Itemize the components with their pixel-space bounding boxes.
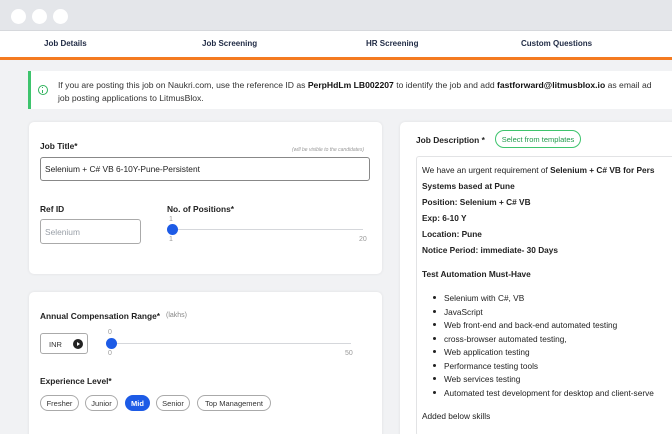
tab-active-underline: [0, 57, 672, 60]
compensation-min: 0: [108, 350, 112, 357]
tab-job-screening[interactable]: Job Screening: [202, 39, 257, 48]
info-icon: [38, 85, 48, 95]
job-description-editor[interactable]: We have an urgent requirement of Seleniu…: [416, 156, 672, 434]
job-details-card: Job Title* (will be visible to the candi…: [29, 122, 382, 274]
jd-notice-period: Notice Period: immediate- 30 Days: [422, 245, 559, 255]
jd-bullet: JavaScript: [433, 307, 483, 317]
notice-ref-id: PerpHdLm LB002207: [307, 80, 394, 90]
job-title-input[interactable]: Selenium + C# VB 6-10Y-Pune-Persistent: [40, 157, 370, 181]
window-maximize-dot[interactable]: [53, 9, 68, 24]
jd-bullet: Web application testing: [433, 347, 530, 357]
jd-exp: Exp: 6-10 Y: [422, 213, 467, 223]
tab-custom-questions[interactable]: Custom Questions: [521, 39, 592, 48]
job-title-label: Job Title*: [40, 141, 78, 151]
currency-value: INR: [49, 340, 62, 349]
jd-bullet: Performance testing tools: [432, 361, 539, 371]
naukri-notice-banner: If you are posting this job on Naukri.co…: [28, 71, 672, 109]
currency-selector[interactable]: INR: [40, 333, 88, 354]
compensation-slider-track[interactable]: [111, 343, 351, 344]
experience-option-senior[interactable]: Senior: [156, 395, 190, 411]
positions-slider-thumb[interactable]: [167, 224, 178, 235]
tab-hr-screening[interactable]: HR Screening: [366, 39, 418, 48]
compensation-label: Annual Compensation Range*: [40, 311, 161, 321]
step-tabs: Job Details Job Screening HR Screening C…: [0, 31, 672, 57]
jd-bullet: Web services testing: [432, 374, 521, 384]
ref-id-input[interactable]: Selenium: [40, 219, 141, 244]
notice-email: fastforward@litmusblox.io: [497, 80, 606, 90]
jd-bullet: cross-browser automated testing,: [433, 334, 567, 344]
select-template-button[interactable]: Select from templates: [495, 130, 581, 148]
job-description-label: Job Description *: [416, 135, 485, 145]
compensation-max: 50: [345, 350, 353, 357]
jd-position: Position: Selenium + C# VB: [422, 197, 531, 207]
window-close-dot[interactable]: [11, 9, 26, 24]
chevron-right-icon: [73, 339, 83, 349]
experience-option-junior[interactable]: Junior: [85, 395, 118, 411]
positions-min: 1: [169, 236, 173, 243]
jd-location: Location: Pune: [422, 229, 482, 239]
compensation-card: Annual Compensation Range* (lakhs) INR 0…: [29, 292, 382, 434]
experience-option-mid[interactable]: Mid: [125, 395, 150, 411]
jd-footer: Added below skills: [422, 411, 491, 421]
positions-slider-track[interactable]: [172, 229, 363, 230]
job-title-hint: (will be visible to the candidates): [292, 147, 364, 153]
jd-systems: Systems based at Pune: [422, 181, 515, 191]
experience-option-top-management[interactable]: Top Management: [197, 395, 271, 411]
positions-label: No. of Positions*: [167, 204, 234, 214]
compensation-value: 0: [108, 329, 112, 336]
experience-label: Experience Level*: [40, 376, 112, 386]
compensation-unit: (lakhs): [166, 312, 188, 319]
notice-text: If you are posting this job on Naukri.co…: [58, 80, 652, 103]
window-titlebar: [0, 0, 672, 31]
jd-intro: We have an urgent requirement of Seleniu…: [422, 165, 655, 175]
window-minimize-dot[interactable]: [32, 9, 47, 24]
jd-must-have-heading: Test Automation Must-Have: [422, 269, 531, 279]
positions-value: 1: [169, 216, 173, 223]
jd-bullet: Automated test development for desktop a…: [433, 388, 654, 398]
compensation-slider-thumb[interactable]: [106, 338, 117, 349]
ref-id-label: Ref ID: [40, 204, 65, 214]
jd-bullet: Selenium with C#, VB: [432, 293, 525, 303]
positions-max: 20: [359, 236, 367, 243]
tab-job-details[interactable]: Job Details: [44, 39, 87, 48]
jd-bullet: Web front-end and back-end automated tes…: [432, 320, 618, 330]
experience-option-fresher[interactable]: Fresher: [40, 395, 79, 411]
